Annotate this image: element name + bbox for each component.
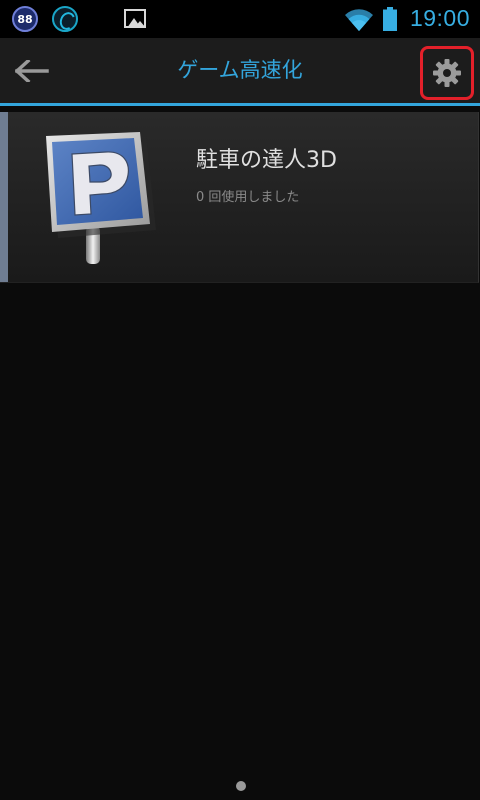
gear-icon — [433, 59, 461, 87]
picture-notification-icon — [124, 9, 146, 28]
notification-88-label: 88 — [17, 12, 33, 26]
settings-button[interactable] — [420, 46, 474, 100]
page-title: ゲーム高速化 — [177, 58, 303, 82]
app-c-notification-icon — [52, 6, 78, 32]
battery-icon — [383, 7, 397, 31]
wifi-icon — [345, 9, 373, 32]
page-indicator-dot — [236, 781, 246, 791]
notification-88-icon: 88 — [12, 6, 38, 32]
content-area: 駐車の達人3D 0 回使用しました — [0, 106, 480, 800]
clock-time: 19:00 — [409, 5, 470, 31]
list-item-accent-bar — [0, 112, 8, 282]
parking-sign-icon — [46, 132, 156, 264]
app-name: 駐車の達人3D — [196, 148, 337, 173]
status-bar: 88 19:00 — [0, 0, 480, 38]
game-list-item[interactable]: 駐車の達人3D 0 回使用しました — [0, 112, 479, 283]
action-bar: ゲーム高速化 — [0, 38, 480, 103]
usage-count: 0 回使用しました — [196, 190, 300, 205]
